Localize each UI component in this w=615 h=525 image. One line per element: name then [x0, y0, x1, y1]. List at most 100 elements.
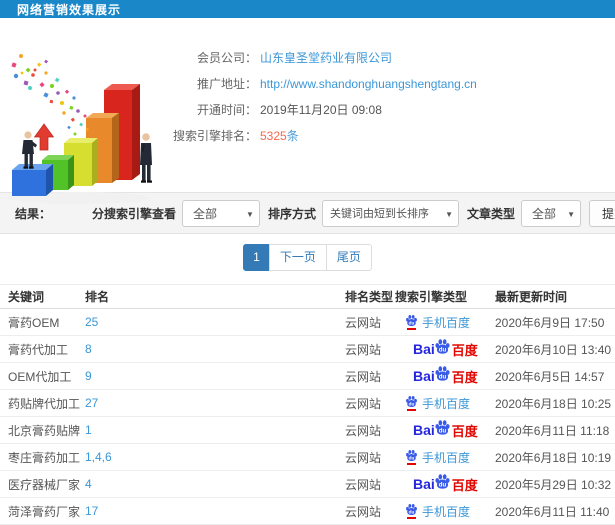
table-row: 北京膏药贴牌 1 云网站 Bai du 百度 2020年6月11日 11:18 — [0, 416, 615, 444]
mobile-baidu-link[interactable]: du 手机百度 — [395, 395, 470, 412]
mobile-baidu-icon: du — [405, 449, 418, 465]
rank-link[interactable]: 9 — [85, 369, 92, 383]
rank-link[interactable]: 8 — [85, 342, 92, 356]
top-section: 会员公司： 山东皇圣堂药业有限公司 推广地址： http://www.shandong… — [0, 18, 615, 204]
baidu-logo[interactable]: Bai du 百度 — [395, 365, 478, 388]
baidu-underline — [407, 517, 416, 519]
baidu-logo-cn: 百度 — [451, 369, 478, 385]
baidu-paw-icon: du — [406, 314, 417, 326]
rank-link[interactable]: 17 — [85, 504, 98, 518]
engine-cell: du 手机百度 — [395, 389, 495, 417]
page-current[interactable]: 1 — [243, 244, 270, 271]
table-row: 医疗器械厂家 4 云网站 Bai du 百度 2020年5月29日 10:32 — [0, 470, 615, 498]
table-header-row: 关键词 排名 排名类型 搜索引擎类型 最新更新时间 — [0, 284, 615, 309]
baidu-underline — [407, 409, 416, 411]
rank-link[interactable]: 4 — [85, 477, 92, 491]
engine-cell: du 手机百度 — [395, 497, 495, 525]
info-value: 5325条 — [260, 130, 299, 143]
engine-cell: du 手机百度 — [395, 443, 495, 471]
updated-cell: 2020年5月29日 10:32 — [495, 470, 615, 498]
baidu-paw-icon: du — [406, 503, 417, 515]
svg-text:du: du — [409, 401, 415, 406]
baidu-logo-bai: Bai — [413, 368, 435, 384]
engine-cell: Bai du 百度 — [395, 470, 495, 498]
header-rank-type: 排名类型 — [345, 284, 395, 309]
updated-cell: 2020年6月18日 10:25 — [495, 389, 615, 417]
results-table: 关键词 排名 排名类型 搜索引擎类型 最新更新时间 膏药OEM 25 云网站 du 手机… — [0, 284, 615, 525]
info-label: 推广地址： — [196, 77, 257, 91]
rank-cell: 4 — [85, 470, 345, 498]
article-filter-label: 文章类型 — [466, 206, 515, 221]
updated-cell: 2020年6月9日 17:50 — [495, 308, 615, 336]
header-bar: 网络营销效果展示 — [0, 0, 615, 18]
svg-text:du: du — [439, 427, 447, 434]
baidu-logo-cn: 百度 — [451, 423, 478, 439]
mobile-baidu-link[interactable]: du 手机百度 — [395, 314, 470, 331]
baidu-logo[interactable]: Bai du 百度 — [395, 473, 478, 496]
baidu-logo-cn: 百度 — [451, 477, 478, 493]
info-value-link[interactable]: 山东皇圣堂药业有限公司 — [260, 52, 392, 65]
mobile-baidu-label: 手机百度 — [422, 315, 471, 330]
rank-link[interactable]: 27 — [85, 396, 98, 410]
page-last[interactable]: 尾页 — [325, 244, 372, 271]
baidu-paw-icon: du — [406, 395, 417, 407]
rank-type-cell: 云网站 — [345, 362, 395, 390]
keyword-cell: 医疗器械厂家 — [0, 470, 85, 498]
baidu-underline — [407, 328, 416, 330]
page-next[interactable]: 下一页 — [268, 244, 327, 271]
info-label: 搜索引擎排名： — [172, 129, 257, 143]
baidu-paw-icon: du — [435, 473, 450, 489]
rank-link[interactable]: 1 — [85, 423, 92, 437]
mobile-baidu-link[interactable]: du 手机百度 — [395, 503, 470, 520]
updated-cell: 2020年6月10日 13:40 — [495, 335, 615, 363]
info-row: 搜索引擎排名： 5325条 — [145, 130, 610, 143]
table-row: 膏药代加工 8 云网站 Bai du 百度 2020年6月10日 13:40 — [0, 335, 615, 363]
keyword-cell: OEM代加工 — [0, 362, 85, 390]
updated-cell: 2020年6月5日 14:57 — [495, 362, 615, 390]
chevron-down-icon: ▼ — [445, 209, 453, 219]
rank-cell: 17 — [85, 497, 345, 525]
rank-cell: 1,4,6 — [85, 443, 345, 471]
rank-cell: 8 — [85, 335, 345, 363]
sort-filter-value: 关键词由短到长排序 — [329, 208, 429, 220]
baidu-paw-icon: du — [435, 419, 450, 435]
keyword-cell: 北京膏药贴牌 — [0, 416, 85, 444]
rank-type-cell: 云网站 — [345, 497, 395, 525]
engine-filter-select[interactable]: 全部 ▼ — [181, 199, 260, 227]
table-row: OEM代加工 9 云网站 Bai du 百度 2020年6月5日 14:57 — [0, 362, 615, 390]
article-filter-value: 全部 — [532, 206, 557, 221]
rank-type-cell: 云网站 — [345, 443, 395, 471]
rank-link[interactable]: 1,4,6 — [85, 450, 112, 464]
svg-text:du: du — [439, 481, 447, 488]
keyword-cell: 膏药OEM — [0, 308, 85, 336]
engine-cell: Bai du 百度 — [395, 416, 495, 444]
baidu-paw-icon: du — [406, 449, 417, 461]
keyword-cell: 枣庄膏药加工 — [0, 443, 85, 471]
updated-cell: 2020年6月11日 11:18 — [495, 416, 615, 444]
info-label: 会员公司： — [196, 51, 257, 65]
sort-filter-select[interactable]: 关键词由短到长排序 ▼ — [321, 199, 459, 227]
info-label: 开通时间： — [196, 103, 257, 117]
mobile-baidu-icon: du — [405, 395, 418, 411]
chevron-down-icon: ▼ — [567, 209, 575, 219]
engine-cell: Bai du 百度 — [395, 335, 495, 363]
baidu-logo[interactable]: Bai du 百度 — [395, 338, 478, 361]
svg-text:du: du — [439, 346, 447, 353]
rank-link[interactable]: 25 — [85, 315, 98, 329]
info-row: 开通时间： 2019年11月20日 09:08 — [145, 104, 610, 117]
rank-cell: 25 — [85, 308, 345, 336]
info-value-link[interactable]: http://www.shandonghuangshengtang.cn — [260, 78, 477, 91]
header-engine-type: 搜索引擎类型 — [395, 284, 495, 309]
baidu-logo[interactable]: Bai du 百度 — [395, 419, 478, 442]
engine-filter-value: 全部 — [192, 206, 217, 221]
article-filter-select[interactable]: 全部 ▼ — [521, 199, 581, 227]
baidu-logo-bai: Bai — [413, 422, 435, 438]
mobile-baidu-link[interactable]: du 手机百度 — [395, 449, 470, 466]
submit-button[interactable]: 提交 — [589, 199, 615, 227]
mobile-baidu-label: 手机百度 — [422, 504, 471, 519]
keyword-cell: 菏泽膏药厂家 — [0, 497, 85, 525]
svg-text:du: du — [409, 455, 415, 460]
info-row: 推广地址： http://www.shandonghuangshengtang.c… — [145, 78, 610, 91]
table-row: 药贴牌代加工 27 云网站 du 手机百度 2020年6月18日 10:25 — [0, 389, 615, 417]
pagination: 1 下一页 尾页 — [0, 244, 615, 271]
